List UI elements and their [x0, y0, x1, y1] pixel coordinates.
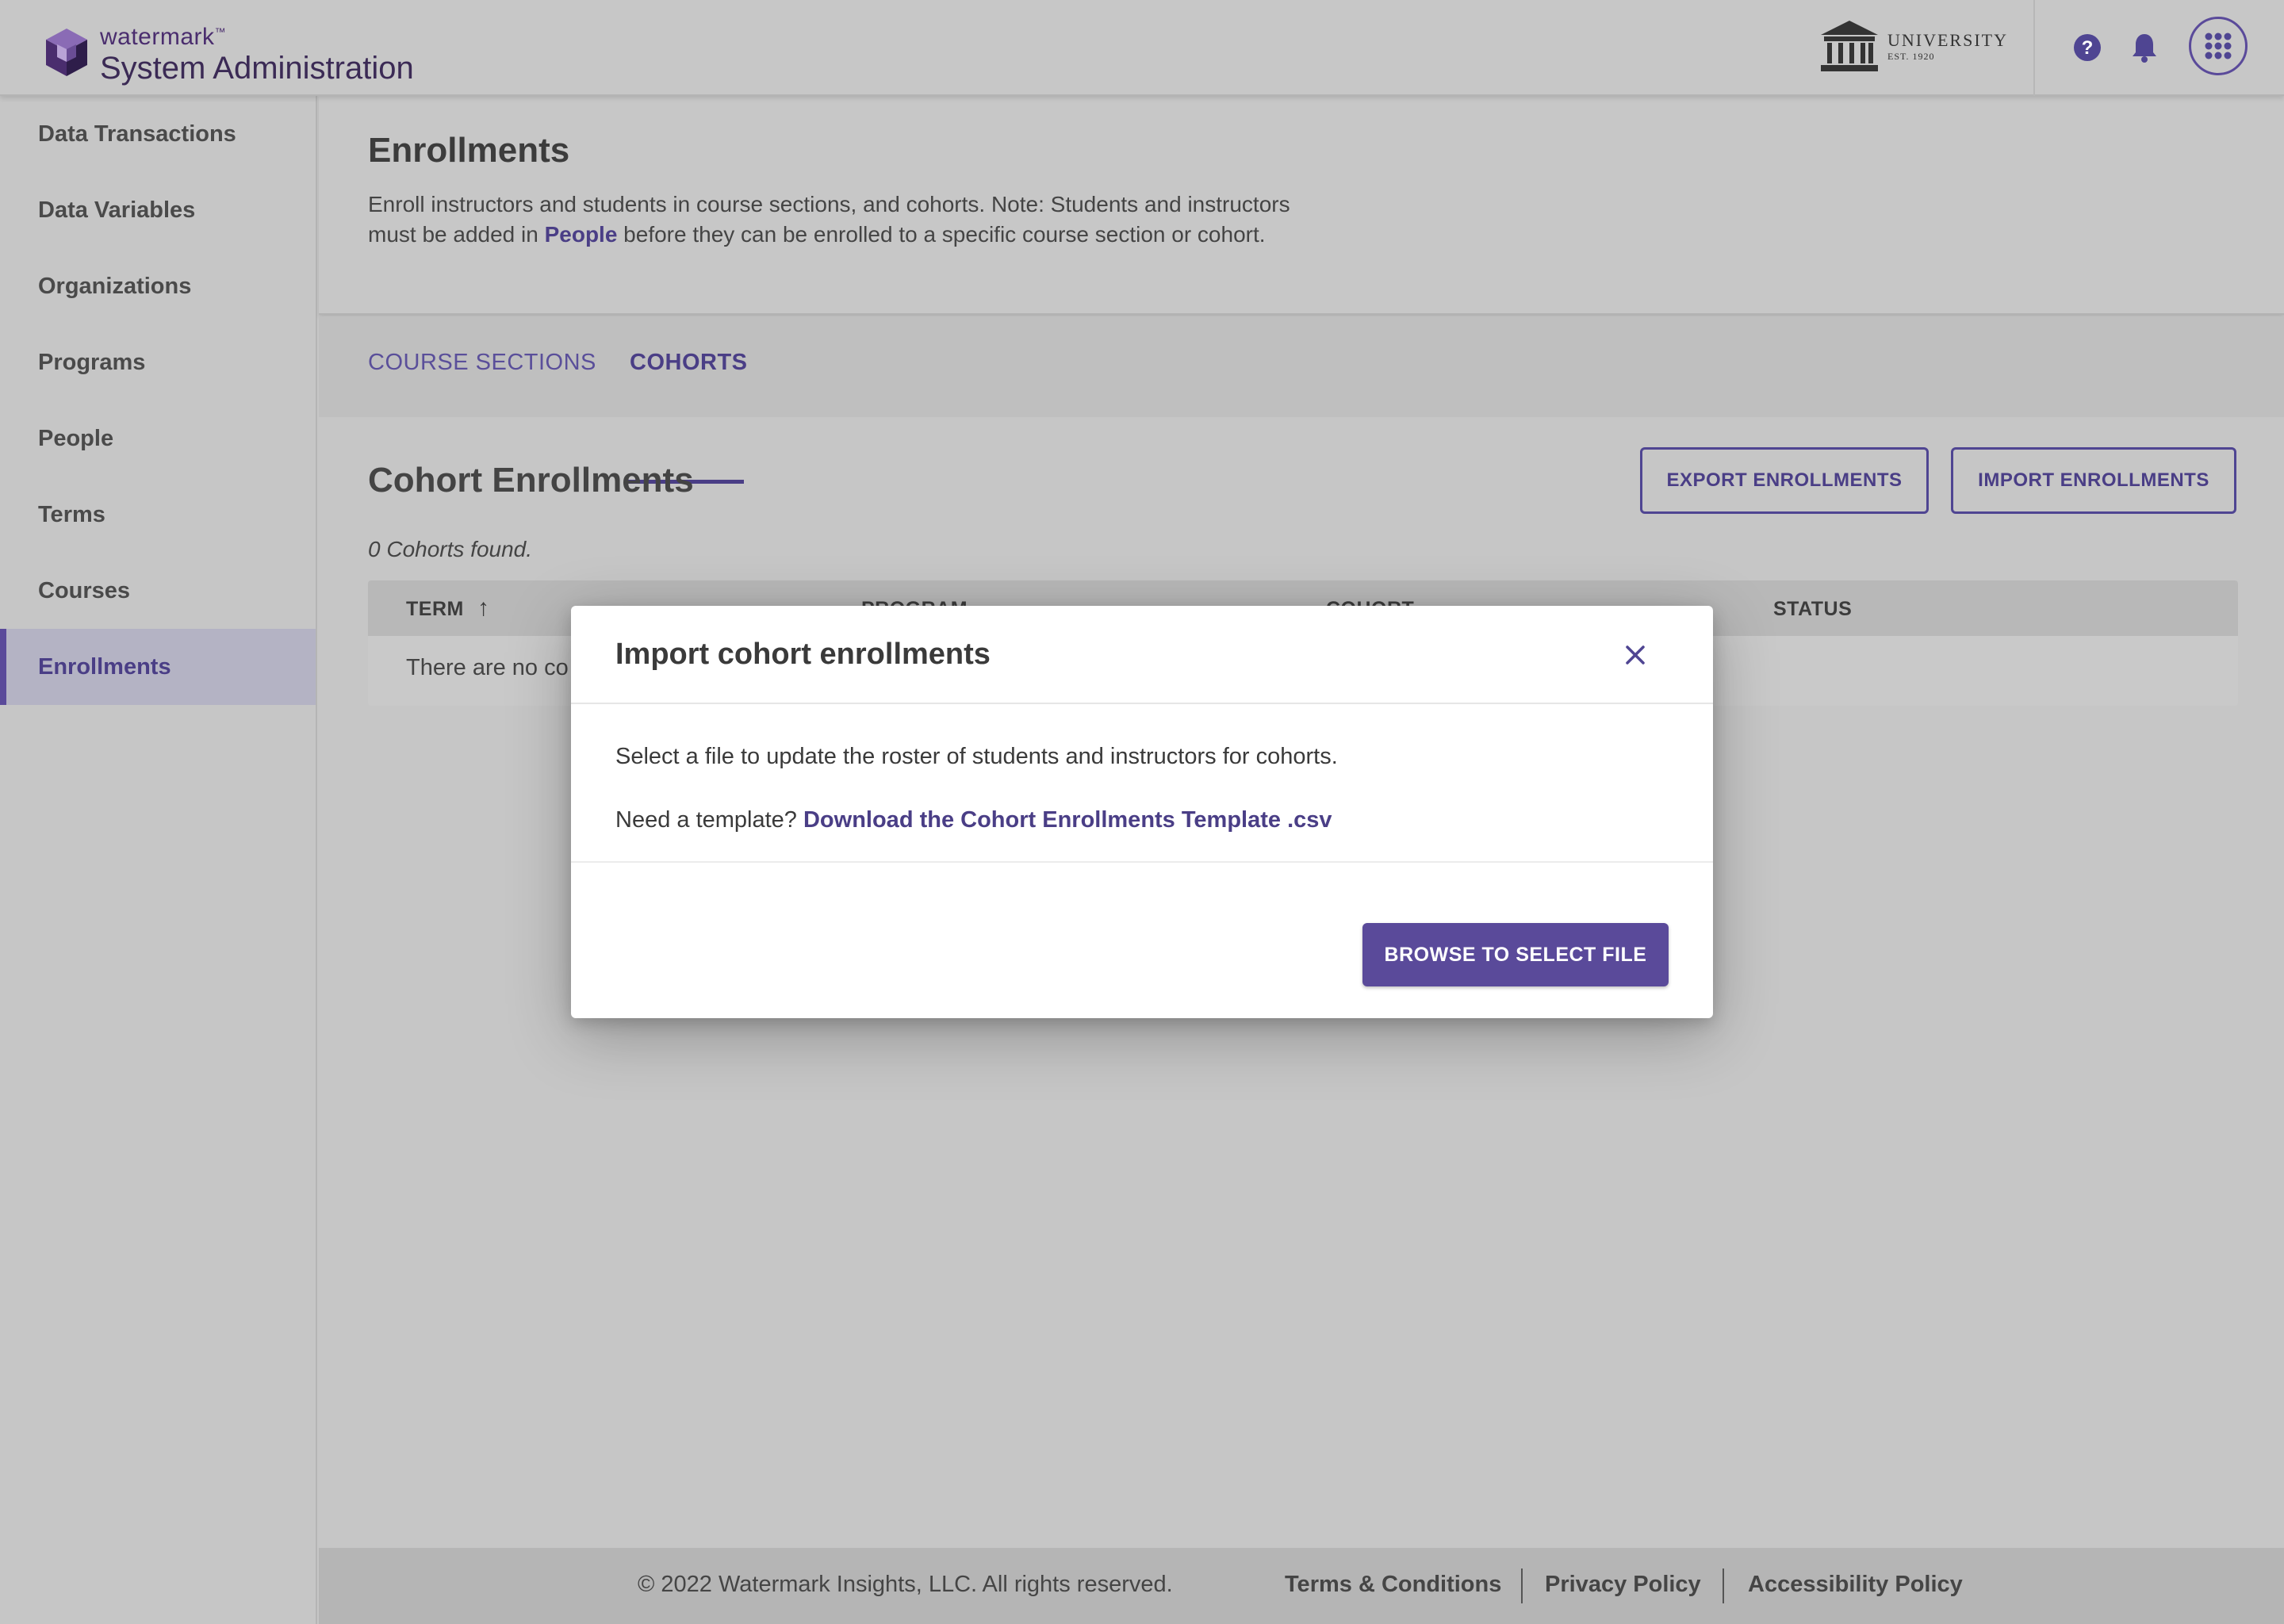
university-building-icon: [1821, 21, 1878, 71]
page-description: Enroll instructors and students in cours…: [368, 190, 1320, 250]
sidebar-item-courses[interactable]: Courses: [0, 553, 316, 629]
svg-text:?: ?: [2082, 37, 2094, 59]
people-link[interactable]: People: [545, 222, 618, 247]
sidebar-item-label: People: [38, 425, 114, 451]
download-template-link[interactable]: Download the Cohort Enrollments Template…: [803, 807, 1332, 833]
sidebar-item-label: Data Variables: [38, 197, 196, 223]
copyright-text: © 2022 Watermark Insights, LLC. All righ…: [638, 1572, 1173, 1597]
empty-state-text: There are no co: [406, 655, 569, 680]
sidebar-nav: Data Transactions Data Variables Organiz…: [0, 96, 317, 1624]
modal-header: Import cohort enrollments: [571, 606, 1713, 704]
header-divider: [2033, 0, 2035, 96]
help-button[interactable]: ?: [2068, 29, 2106, 67]
top-bar: watermark™ System Administration UNIVERS…: [0, 0, 2284, 96]
app-title: System Administration: [100, 51, 414, 86]
footer: © 2022 Watermark Insights, LLC. All righ…: [319, 1548, 2284, 1624]
sidebar-item-people[interactable]: People: [0, 400, 316, 477]
help-icon: ?: [2074, 34, 2101, 61]
browse-to-select-file-button[interactable]: BROWSE TO SELECT FILE: [1362, 923, 1669, 986]
import-modal: Import cohort enrollments Select a file …: [571, 606, 1713, 1018]
sidebar-item-label: Courses: [38, 577, 131, 603]
brand-logo[interactable]: watermark™ System Administration: [41, 19, 414, 86]
column-header-status[interactable]: STATUS: [1773, 598, 1852, 621]
close-icon: [1626, 645, 1645, 665]
modal-title: Import cohort enrollments: [615, 638, 991, 671]
accessibility-policy-link[interactable]: Accessibility Policy: [1748, 1572, 1963, 1598]
sidebar-item-label: Terms: [38, 501, 105, 527]
watermark-logo-icon: [46, 28, 87, 76]
sort-asc-icon[interactable]: ↑: [477, 595, 490, 622]
footer-separator: [1723, 1568, 1724, 1603]
sidebar-item-enrollments[interactable]: Enrollments: [0, 629, 316, 705]
sidebar-item-label: Organizations: [38, 273, 192, 299]
modal-template-line: Need a template? Download the Cohort Enr…: [615, 807, 1332, 833]
sidebar-item-programs[interactable]: Programs: [0, 324, 316, 400]
sidebar-item-terms[interactable]: Terms: [0, 477, 316, 553]
brand-tm: ™: [214, 25, 227, 38]
university-name: UNIVERSITY: [1887, 29, 2008, 50]
modal-close-button[interactable]: [1619, 639, 1651, 671]
privacy-policy-link[interactable]: Privacy Policy: [1545, 1572, 1701, 1598]
tab-course-sections[interactable]: COURSE SECTIONS: [368, 350, 596, 376]
sidebar-item-label: Data Transactions: [38, 121, 236, 147]
import-enrollments-button[interactable]: IMPORT ENROLLMENTS: [1951, 447, 2236, 514]
university-text: UNIVERSITY EST. 1920: [1887, 30, 2008, 63]
tab-cohorts[interactable]: COHORTS: [630, 350, 748, 376]
notifications-button[interactable]: [2125, 29, 2163, 67]
footer-separator: [1521, 1568, 1523, 1603]
apps-menu-button[interactable]: [2189, 17, 2248, 75]
apps-grid-icon: [2205, 33, 2232, 59]
sidebar-item-data-variables[interactable]: Data Variables: [0, 172, 316, 248]
modal-instructions: Select a file to update the roster of st…: [615, 744, 1338, 769]
brand-text: watermark™ System Administration: [100, 19, 414, 86]
university-logo: UNIVERSITY EST. 1920: [1819, 19, 2008, 73]
university-est: EST. 1920: [1887, 50, 1935, 62]
tabs-bar: [319, 316, 2284, 417]
section-title: Cohort Enrollments: [368, 461, 694, 500]
bell-icon: [2133, 34, 2156, 63]
brand-wordmark: watermark: [100, 24, 215, 50]
page-header: Enrollments Enroll instructors and stude…: [319, 96, 2284, 315]
results-count: 0 Cohorts found.: [368, 537, 533, 561]
export-enrollments-button[interactable]: EXPORT ENROLLMENTS: [1640, 447, 1929, 514]
template-prompt: Need a template?: [615, 807, 803, 833]
brand-small: watermark™: [100, 19, 414, 50]
sidebar-item-data-transactions[interactable]: Data Transactions: [0, 96, 316, 172]
sidebar-item-organizations[interactable]: Organizations: [0, 248, 316, 324]
description-text-end: before they can be enrolled to a specifi…: [617, 222, 1266, 247]
sidebar-item-label: Programs: [38, 349, 146, 375]
sidebar-item-label: Enrollments: [38, 653, 171, 680]
app-root: watermark™ System Administration UNIVERS…: [0, 0, 2284, 1624]
terms-conditions-link[interactable]: Terms & Conditions: [1285, 1572, 1501, 1598]
modal-body: Select a file to update the roster of st…: [571, 706, 1713, 863]
page-title: Enrollments: [368, 131, 570, 170]
column-header-term[interactable]: TERM: [406, 598, 464, 621]
